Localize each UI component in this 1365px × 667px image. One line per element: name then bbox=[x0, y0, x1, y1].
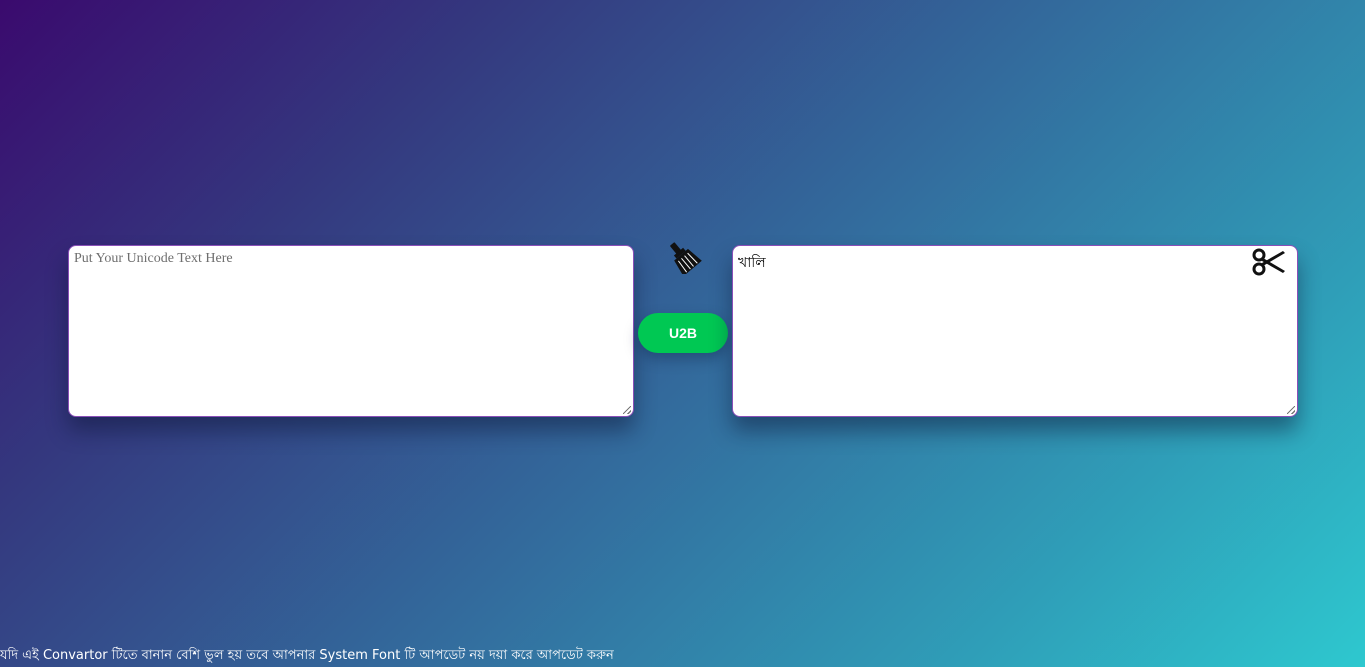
font-update-notice: যদি এই Convartor টিতে বানান বেশি ভুল হয়… bbox=[0, 648, 614, 663]
unicode-input-box bbox=[68, 245, 634, 417]
broom-icon bbox=[670, 242, 702, 277]
bijoy-output-field[interactable]: খালি bbox=[733, 246, 1297, 416]
resize-grip-icon[interactable] bbox=[1287, 406, 1295, 414]
scissors-icon bbox=[1252, 248, 1285, 276]
bijoy-output-box: খালি bbox=[732, 245, 1298, 417]
unicode-input-field[interactable] bbox=[69, 246, 633, 416]
resize-grip-icon[interactable] bbox=[623, 406, 631, 414]
cut-button[interactable] bbox=[1252, 248, 1286, 276]
convert-u2b-button[interactable]: U2B bbox=[638, 313, 728, 353]
clear-button[interactable] bbox=[664, 240, 702, 277]
